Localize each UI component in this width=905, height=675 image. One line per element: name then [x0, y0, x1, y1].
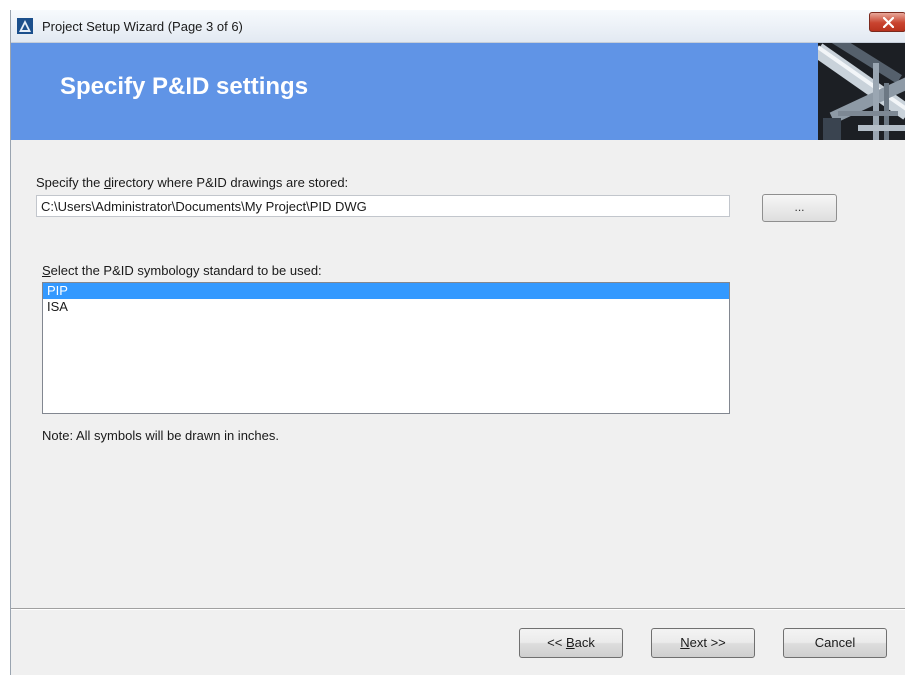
browse-button[interactable]: ...: [762, 194, 837, 222]
list-item-isa[interactable]: ISA: [43, 299, 729, 315]
wizard-window: Project Setup Wizard (Page 3 of 6) Speci…: [10, 10, 905, 675]
symbology-listbox[interactable]: PIP ISA: [42, 282, 730, 414]
next-button[interactable]: Next >>: [651, 628, 755, 658]
note-text: Note: All symbols will be drawn in inche…: [42, 428, 279, 443]
directory-label: Specify the directory where P&ID drawing…: [36, 175, 349, 190]
page-title: Specify P&ID settings: [60, 73, 309, 100]
window-title: Project Setup Wizard (Page 3 of 6): [42, 19, 243, 34]
autocad-app-icon: [17, 18, 33, 34]
header-pipes-image: [818, 43, 905, 140]
close-icon: [883, 17, 894, 28]
symbology-label: Select the P&ID symbology standard to be…: [42, 263, 322, 278]
list-item-pip[interactable]: PIP: [43, 283, 729, 299]
close-button[interactable]: [869, 12, 905, 32]
back-button[interactable]: << Back: [519, 628, 623, 658]
footer-divider: [11, 608, 905, 610]
directory-path-input[interactable]: [36, 195, 730, 217]
wizard-header: Specify P&ID settings: [11, 43, 905, 140]
title-bar[interactable]: Project Setup Wizard (Page 3 of 6): [11, 10, 905, 43]
cancel-button[interactable]: Cancel: [783, 628, 887, 658]
